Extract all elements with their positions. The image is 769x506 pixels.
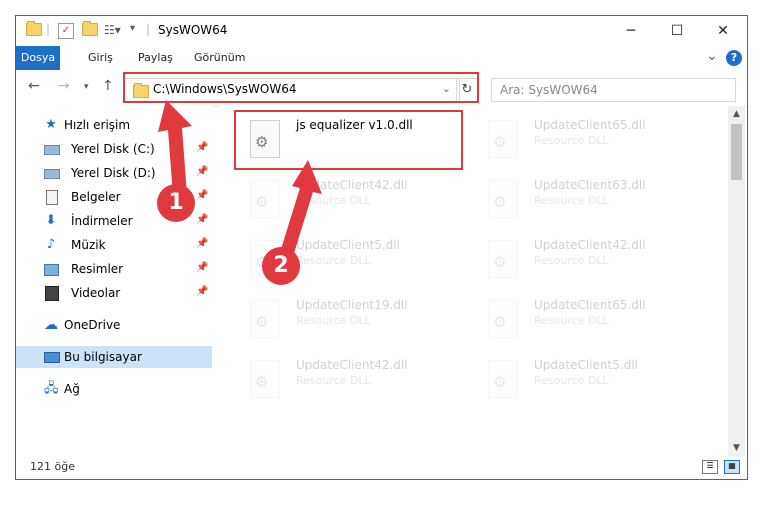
title-bar: | ✓ ☷▾ ▾ | SysWOW64 ─ ☐ ✕ <box>16 16 747 46</box>
scrollbar-thumb[interactable] <box>731 124 742 180</box>
scroll-up-icon[interactable]: ▲ <box>728 106 745 122</box>
properties-icon[interactable]: ✓ <box>58 23 74 39</box>
tab-dosya[interactable]: Dosya <box>16 46 60 70</box>
window-title: SysWOW64 <box>158 23 228 37</box>
sidebar-item-label: Belgeler <box>71 190 121 204</box>
quick-access-toolbar-icon[interactable]: ☷▾ <box>104 23 121 39</box>
item-count: 121 öğe <box>30 460 75 473</box>
dll-file-icon: ⚙ <box>488 360 518 398</box>
file-item[interactable]: ⚙ UpdateClient42.dll Resource DLL <box>476 232 706 288</box>
customize-toolbar-icon[interactable]: ▾ <box>130 23 135 39</box>
sidebar-item-label: Müzik <box>71 238 106 252</box>
computer-icon <box>44 350 60 364</box>
cloud-icon: ☁ <box>44 317 58 333</box>
sidebar-item-label: Yerel Disk (D:) <box>71 166 156 180</box>
drive-icon <box>44 166 60 180</box>
sidebar-item-this-pc[interactable]: Bu bilgisayar <box>16 346 212 368</box>
file-name: UpdateClient19.dll <box>296 298 408 312</box>
pictures-icon <box>44 262 59 276</box>
file-highlight <box>234 110 463 170</box>
step-2-badge: 2 <box>262 247 300 285</box>
videos-icon <box>44 286 59 301</box>
dll-file-icon: ⚙ <box>488 180 518 218</box>
large-icons-view-icon[interactable]: ▦ <box>724 460 740 474</box>
sidebar-item-pictures[interactable]: Resimler 📌 <box>16 258 212 280</box>
folder-icon <box>26 21 42 39</box>
file-name: UpdateClient42.dll <box>296 358 408 372</box>
pin-icon: 📌 <box>196 262 209 273</box>
file-name: UpdateClient5.dll <box>534 358 638 372</box>
minimize-button[interactable]: ─ <box>608 16 654 46</box>
sidebar-item-label: Ağ <box>64 382 80 396</box>
sidebar-item-label: Yerel Disk (C:) <box>71 142 155 156</box>
file-type: Resource DLL <box>534 194 609 207</box>
dll-file-icon: ⚙ <box>488 300 518 338</box>
file-item[interactable]: ⚙ UpdateClient63.dll Resource DLL <box>476 172 706 228</box>
sidebar-item-network[interactable]: 🖧 Ağ <box>16 378 212 400</box>
scroll-down-icon[interactable]: ▼ <box>728 440 745 456</box>
sidebar-item-label: Hızlı erişim <box>64 118 131 132</box>
file-item[interactable]: ⚙ UpdateClient19.dll Resource DLL <box>238 292 468 348</box>
sidebar-item-label: OneDrive <box>64 318 121 332</box>
network-icon: 🖧 <box>44 381 59 396</box>
star-icon: ★ <box>45 117 57 132</box>
close-button[interactable]: ✕ <box>700 16 746 46</box>
status-bar: 121 öğe ☰ ▦ <box>16 456 747 479</box>
dll-file-icon: ⚙ <box>250 300 280 338</box>
pin-icon: 📌 <box>196 286 209 297</box>
search-placeholder: Ara: SysWOW64 <box>500 83 598 97</box>
search-input[interactable]: Ara: SysWOW64 <box>491 78 736 102</box>
sidebar-item-music[interactable]: ♪ Müzik 📌 <box>16 234 212 256</box>
tab-paylas[interactable]: Paylaş <box>130 46 181 70</box>
new-folder-icon[interactable] <box>82 21 98 39</box>
dll-file-icon: ⚙ <box>250 360 280 398</box>
drive-icon <box>44 142 60 156</box>
file-item[interactable]: ⚙ UpdateClient65.dll Resource DLL <box>476 112 706 168</box>
file-item[interactable]: ⚙ UpdateClient65.dll Resource DLL <box>476 292 706 348</box>
separator: | <box>46 22 51 36</box>
file-type: Resource DLL <box>534 314 609 327</box>
sidebar-item-label: Resimler <box>71 262 124 276</box>
sidebar-item-label: Bu bilgisayar <box>64 350 142 364</box>
vertical-scrollbar[interactable]: ▲ ▼ <box>728 106 745 456</box>
documents-icon <box>44 190 58 205</box>
sidebar-item-label: İndirmeler <box>71 214 133 228</box>
forward-arrow-icon[interactable]: → <box>58 78 70 94</box>
up-arrow-icon[interactable]: ↑ <box>102 78 114 94</box>
sidebar-item-onedrive[interactable]: ☁ OneDrive <box>16 314 212 336</box>
details-view-icon[interactable]: ☰ <box>702 460 718 474</box>
separator: | <box>146 22 151 36</box>
ribbon-expand-icon[interactable]: ⌄ <box>706 48 718 64</box>
step-1-badge: 1 <box>157 184 195 222</box>
maximize-button[interactable]: ☐ <box>654 16 700 46</box>
file-type: Resource DLL <box>296 374 371 387</box>
file-name: UpdateClient63.dll <box>534 178 646 192</box>
file-item[interactable]: ⚙ UpdateClient42.dll Resource DLL <box>238 352 468 408</box>
tab-gorunum[interactable]: Görünüm <box>186 46 253 70</box>
back-arrow-icon[interactable]: ← <box>28 78 40 94</box>
music-icon: ♪ <box>46 237 56 252</box>
pin-icon: 📌 <box>196 238 209 249</box>
file-item[interactable]: ⚙ UpdateClient5.dll Resource DLL <box>476 352 706 408</box>
pin-icon: 📌 <box>196 214 209 225</box>
tab-giris[interactable]: Giriş <box>80 46 121 70</box>
sidebar-item-videos[interactable]: Videolar 📌 <box>16 282 212 304</box>
file-type: Resource DLL <box>296 314 371 327</box>
sidebar-item-label: Videolar <box>71 286 121 300</box>
downloads-icon: ⬇ <box>45 213 57 228</box>
ribbon-tabs: Dosya Giriş Paylaş Görünüm ⌄ ? <box>16 46 747 70</box>
recent-locations-icon[interactable]: ▾ <box>84 82 89 92</box>
file-name: UpdateClient65.dll <box>534 118 646 132</box>
dll-file-icon: ⚙ <box>488 240 518 278</box>
file-type: Resource DLL <box>534 374 609 387</box>
file-name: UpdateClient42.dll <box>534 238 646 252</box>
dll-file-icon: ⚙ <box>488 120 518 158</box>
file-type: Resource DLL <box>534 254 609 267</box>
help-icon[interactable]: ? <box>726 50 742 66</box>
file-type: Resource DLL <box>534 134 609 147</box>
file-name: UpdateClient65.dll <box>534 298 646 312</box>
